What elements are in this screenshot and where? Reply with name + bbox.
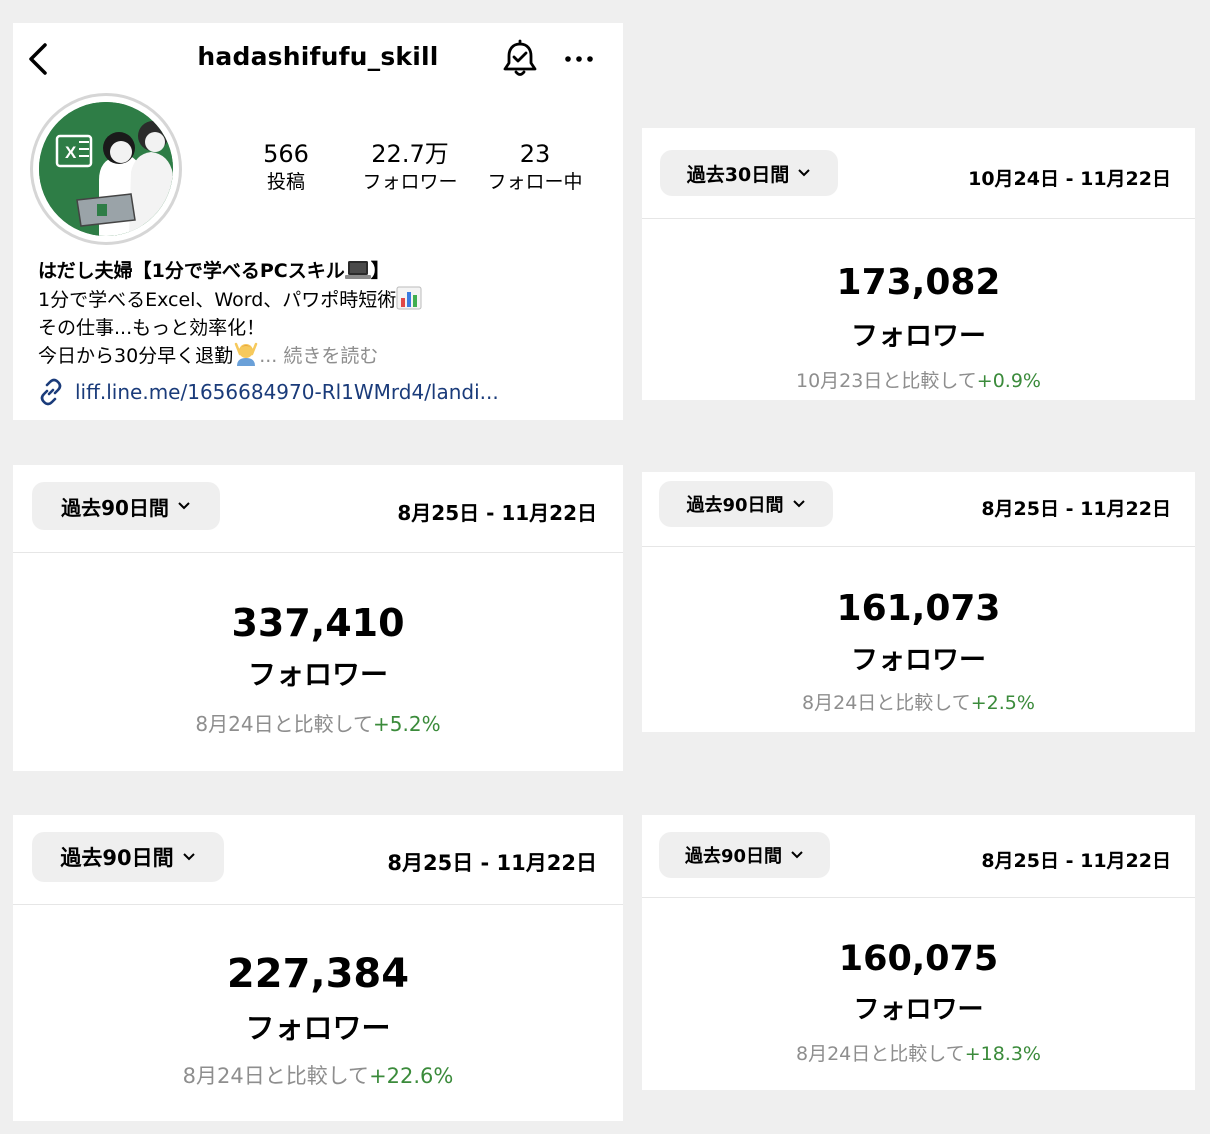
chevron-down-icon (182, 853, 195, 861)
stat-following[interactable]: 23 フォロー中 (475, 139, 595, 195)
date-range: 8月25日 - 11月22日 (387, 851, 597, 875)
bio-title: はだし夫婦【1分で学べるPCスキル】 (38, 260, 390, 282)
date-range: 8月25日 - 11月22日 (981, 850, 1171, 872)
compare-text: 8月24日と比較して+2.5% (802, 692, 1035, 714)
compare-text: 10月23日と比較して+0.9% (796, 370, 1041, 392)
laptop-emoji (344, 261, 371, 279)
change-percent: +18.3% (964, 1043, 1041, 1065)
followers-count: 337,410 (231, 601, 405, 645)
stat-followers-value: 22.7万 (371, 140, 449, 168)
change-percent: +22.6% (369, 1064, 454, 1088)
date-range: 8月25日 - 11月22日 (981, 498, 1171, 520)
stat-card-90days-1: 過去90日間 8月25日 - 11月22日 337,410 フォロワー 8月24… (13, 465, 623, 771)
followers-label: フォロワー (851, 645, 986, 676)
profile-panel: hadashifufu_skill X 566 投稿 22.7万 フォロワー 2… (13, 23, 623, 420)
range-label: 過去90日間 (60, 846, 174, 870)
stat-posts-value: 566 (263, 140, 309, 168)
chevron-down-icon (792, 500, 805, 508)
profile-header: hadashifufu_skill (13, 23, 623, 95)
compare-text: 8月24日と比較して+18.3% (796, 1043, 1041, 1065)
more-horizontal-icon[interactable] (561, 49, 597, 69)
profile-stats: 566 投稿 22.7万 フォロワー 23 フォロー中 (243, 139, 603, 199)
card-header: 過去90日間 8月25日 - 11月22日 (642, 472, 1195, 547)
compare-text: 8月24日と比較して+5.2% (195, 712, 441, 736)
change-percent: +2.5% (970, 692, 1035, 714)
profile-bio: はだし夫婦【1分で学べるPCスキル】 1分で学べるExcel、Word、パワポ時… (38, 256, 618, 370)
followers-label: フォロワー (245, 1011, 391, 1045)
stat-posts-label: 投稿 (266, 171, 305, 193)
card-header: 過去90日間 8月25日 - 11月22日 (13, 815, 623, 905)
stat-card-90days-2: 過去90日間 8月25日 - 11月22日 161,073 フォロワー 8月24… (642, 472, 1195, 732)
followers-count: 173,082 (836, 262, 1001, 303)
date-range: 8月25日 - 11月22日 (397, 501, 597, 525)
person-gesturing-emoji (234, 342, 258, 366)
stat-posts[interactable]: 566 投稿 (226, 139, 346, 195)
range-label: 過去90日間 (684, 846, 783, 867)
avatar[interactable]: X (30, 93, 182, 245)
chevron-down-icon (798, 169, 810, 177)
date-range: 10月24日 - 11月22日 (968, 168, 1171, 190)
stat-card-30days: 過去30日間 10月24日 - 11月22日 173,082 フォロワー 10月… (642, 128, 1195, 400)
change-percent: +0.9% (976, 370, 1041, 392)
followers-label: フォロワー (247, 658, 388, 691)
bio-read-more[interactable]: ... 続きを読む (259, 345, 378, 367)
stat-following-value: 23 (519, 140, 551, 168)
bio-line-1: 1分で学べるExcel、Word、パワポ時短術 (38, 286, 618, 314)
followers-count: 160,075 (838, 939, 999, 979)
chevron-down-icon (791, 851, 803, 859)
svg-text:X: X (65, 143, 77, 162)
range-dropdown[interactable]: 過去30日間 (660, 150, 838, 196)
card-header: 過去90日間 8月25日 - 11月22日 (642, 815, 1195, 898)
link-icon (40, 378, 62, 406)
change-percent: +5.2% (373, 712, 441, 736)
bio-line-3: 今日から30分早く退勤... 続きを読む (38, 342, 618, 370)
range-label: 過去30日間 (686, 163, 790, 186)
followers-label: フォロワー (853, 995, 984, 1025)
bar-chart-emoji (396, 286, 422, 310)
chevron-down-icon (178, 502, 190, 510)
range-label: 過去90日間 (686, 495, 784, 516)
range-label: 過去90日間 (61, 495, 169, 520)
stat-followers[interactable]: 22.7万 フォロワー (350, 139, 470, 195)
stat-card-90days-4: 過去90日間 8月25日 - 11月22日 160,075 フォロワー 8月24… (642, 815, 1195, 1090)
card-header: 過去30日間 10月24日 - 11月22日 (642, 128, 1195, 219)
stat-following-label: フォロー中 (487, 171, 583, 193)
range-dropdown[interactable]: 過去90日間 (32, 482, 220, 530)
bio-line-2: その仕事...もっと効率化！ (38, 317, 266, 339)
stat-card-90days-3: 過去90日間 8月25日 - 11月22日 227,384 フォロワー 8月24… (13, 815, 623, 1121)
followers-count: 161,073 (836, 588, 1001, 629)
range-dropdown[interactable]: 過去90日間 (659, 832, 830, 878)
avatar-illustration: X (39, 102, 173, 236)
stat-followers-label: フォロワー (362, 171, 458, 193)
profile-link[interactable]: liff.line.me/1656684970-Rl1WMrd4/landi..… (37, 378, 499, 406)
compare-text: 8月24日と比較して+22.6% (182, 1064, 454, 1088)
profile-link-text[interactable]: liff.line.me/1656684970-Rl1WMrd4/landi..… (75, 380, 499, 404)
range-dropdown[interactable]: 過去90日間 (32, 832, 224, 882)
card-header: 過去90日間 8月25日 - 11月22日 (13, 465, 623, 553)
followers-count: 227,384 (226, 951, 410, 997)
range-dropdown[interactable]: 過去90日間 (659, 481, 833, 527)
bell-check-icon[interactable] (501, 39, 539, 79)
followers-label: フォロワー (851, 321, 986, 352)
